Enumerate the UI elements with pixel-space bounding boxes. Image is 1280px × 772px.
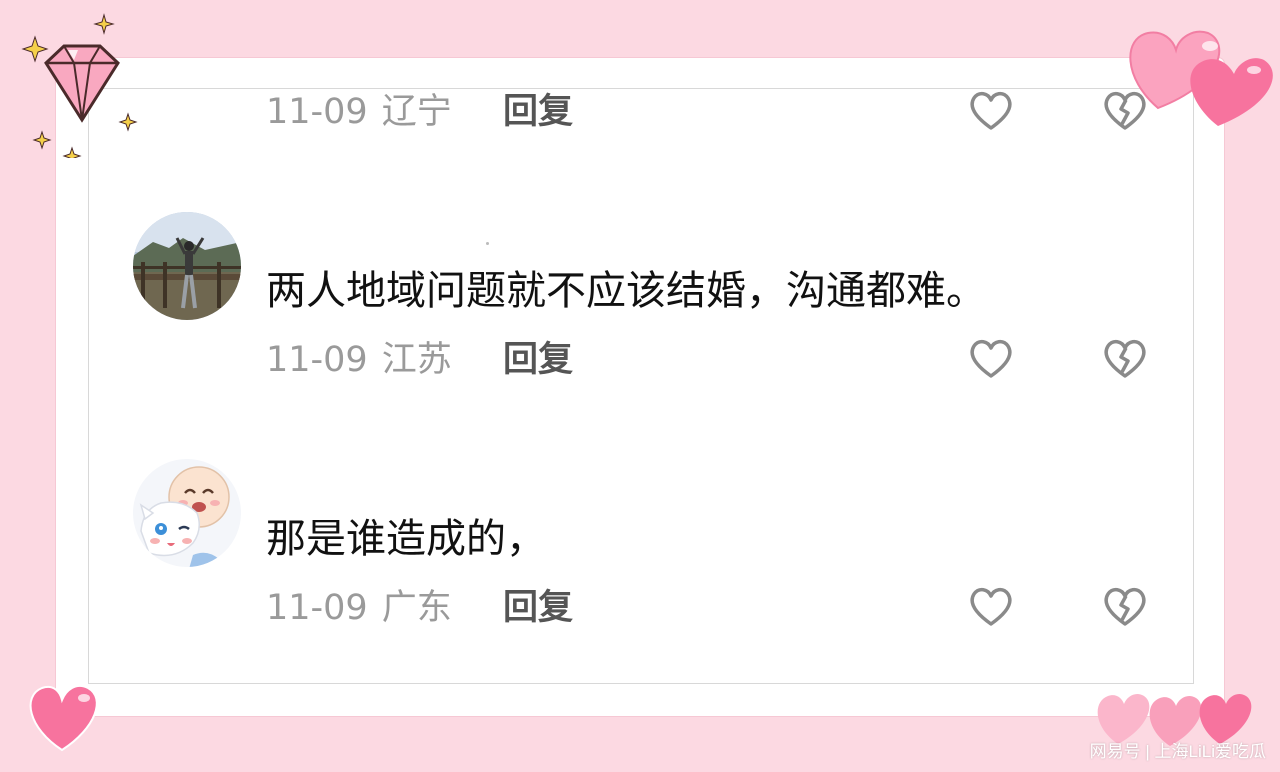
comment-date: 11-09 (266, 92, 368, 132)
avatar-photo-icon (133, 212, 241, 320)
speck (486, 242, 489, 245)
avatar-cartoon-icon (133, 459, 241, 567)
broken-heart-icon[interactable] (1100, 334, 1150, 384)
reply-button[interactable]: 回复 (503, 586, 573, 630)
comment-text: 那是谁造成的， (266, 516, 546, 562)
reply-button[interactable]: 回复 (503, 338, 573, 382)
reply-button[interactable]: 回复 (503, 90, 573, 134)
comment-date: 11-09 (266, 588, 368, 628)
comment-date: 11-09 (266, 340, 368, 380)
heart-sticker-icon (29, 684, 98, 752)
avatar[interactable] (133, 212, 241, 320)
comment-location: 江苏 (381, 340, 452, 380)
diamond-sticker-icon (21, 13, 138, 158)
comment-frame (88, 88, 1194, 684)
broken-heart-icon[interactable] (1100, 86, 1150, 136)
heart-outline-icon[interactable] (966, 582, 1016, 632)
heart-outline-icon[interactable] (966, 86, 1016, 136)
watermark: 网易号 | 上海LiLi爱吃瓜 (1089, 742, 1266, 761)
comment-meta-2: 11-09 江苏 (266, 338, 452, 382)
comment-location: 辽宁 (381, 92, 452, 132)
comment-meta-3: 11-09 广东 (266, 586, 452, 630)
avatar[interactable] (133, 459, 241, 567)
comment-location: 广东 (381, 588, 452, 628)
comment-text: 两人地域问题就不应该结婚，沟通都难。 (266, 268, 986, 314)
comment-meta-1: 11-09 辽宁 (266, 90, 452, 134)
heart-outline-icon[interactable] (966, 334, 1016, 384)
broken-heart-icon[interactable] (1100, 582, 1150, 632)
